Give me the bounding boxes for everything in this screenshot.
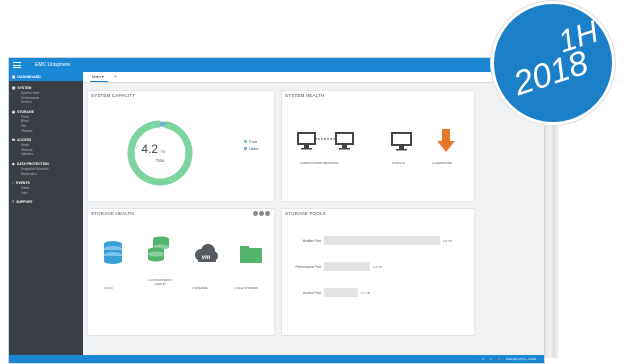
sidebar: ▦ DASHBOARD ▤ SYSTEM System View Performanc… xyxy=(9,72,83,355)
sidebar-section-label: SUPPORT xyxy=(16,200,33,205)
sidebar-sections: ▤ SYSTEM System View Performance Service ◉ STO… xyxy=(9,86,83,204)
sidebar-item-dashboard[interactable]: ▦ DASHBOARD xyxy=(9,72,83,81)
sidebar-section-system: ▤ SYSTEM System View Performance Service xyxy=(9,86,83,105)
question-icon: ? xyxy=(12,200,15,205)
legend-used-label: Used xyxy=(249,146,259,151)
main-content: Main ▾ + SYSTEM CAPACITY 4.2 TB Total Fr… xyxy=(83,72,544,355)
legend-used-swatch xyxy=(244,147,247,150)
tab-bar: Main ▾ + xyxy=(83,72,544,83)
refresh-icon[interactable] xyxy=(253,211,258,216)
tab-main[interactable]: Main ▾ xyxy=(90,74,108,82)
window-stack-shadow xyxy=(545,118,559,358)
legend-free: Free xyxy=(244,139,257,144)
status-time: 9:08 AM (UTC) - 04:00 xyxy=(505,357,536,361)
health-label-hardware: 2 HARDWARE xyxy=(432,161,452,165)
sidebar-section-label: DATA PROTECTION xyxy=(16,161,49,166)
system-capacity-card: SYSTEM CAPACITY 4.2 TB Total Free Used xyxy=(87,90,275,202)
donut-total-unit: TB xyxy=(160,149,165,154)
card-title: SYSTEM HEALTH xyxy=(285,93,325,98)
add-tab-button[interactable]: + xyxy=(108,74,121,82)
more-icon[interactable] xyxy=(265,211,270,216)
sidebar-item-vmware[interactable]: VMware xyxy=(12,129,83,134)
donut-total-label: Total xyxy=(156,158,165,163)
sidebar-section-access: ⇆ ACCESS Hosts VMware Initiators xyxy=(9,138,83,157)
info-icon[interactable]: ● xyxy=(498,357,500,361)
bell-icon: ◌ xyxy=(12,181,15,186)
pool-value: 0.7 TB xyxy=(361,291,370,295)
release-badge: 1H 2018 xyxy=(491,1,615,125)
alert-icon[interactable]: ● xyxy=(490,357,492,361)
screenshot-stage: EMC Unisphere ⚙ ▦ DASHBOARD ▤SYSTEMSyste… xyxy=(0,0,629,364)
help-icon[interactable] xyxy=(259,211,264,216)
sidebar-item-service[interactable]: Service xyxy=(12,100,83,105)
status-bar: ✕ ● ● 9:08 AM (UTC) - 04:00 xyxy=(9,355,544,363)
replication-icon[interactable] xyxy=(296,131,356,155)
sidebar-section-title[interactable]: ◉ STORAGE xyxy=(12,110,83,114)
card-title: STORAGE POOLS xyxy=(285,211,326,216)
database-icon: ◉ xyxy=(12,109,16,114)
tools-icon[interactable]: ✕ xyxy=(482,357,485,361)
storage-label-vmware: 3 VDWARE xyxy=(192,286,208,290)
sidebar-section-events: ◌ EVENTS Alerts Jobs xyxy=(9,181,83,195)
sidebar-section-data-protection: ◈ DATA PROTECTION Snapshot Schedule Replica… xyxy=(9,162,83,176)
sidebar-section-support: ? SUPPORT xyxy=(9,200,83,204)
dashboard-icon: ▦ xyxy=(12,74,16,79)
sidebar-dashboard-label: DASHBOARD xyxy=(17,74,41,79)
vmware-cloud-icon[interactable]: vm xyxy=(192,243,220,265)
pool-label: Archive Pool xyxy=(303,291,321,295)
system-health-card: SYSTEM HEALTH 3 REPLICATION SESSIONS 0 H… xyxy=(281,90,475,202)
monitor-icon[interactable] xyxy=(390,131,414,155)
sidebar-section-title[interactable]: ⇆ ACCESS xyxy=(12,138,83,142)
sidebar-item-initiators[interactable]: Initiators xyxy=(12,152,83,157)
sidebar-section-label: STORAGE xyxy=(17,109,34,114)
legend-free-swatch xyxy=(244,140,247,143)
shield-icon: ◈ xyxy=(12,161,15,166)
card-title: STORAGE HEALTH xyxy=(91,211,134,216)
sidebar-section-title[interactable]: ◌ EVENTS xyxy=(12,181,83,185)
pool-bar[interactable] xyxy=(324,236,440,245)
sidebar-section-title[interactable]: ◈ DATA PROTECTION xyxy=(12,162,83,166)
sidebar-section-label: EVENTS xyxy=(16,181,30,186)
storage-pools-card: STORAGE POOLS Multitier Pool 2.8 TB Perf… xyxy=(281,208,475,336)
app-window: EMC Unisphere ⚙ ▦ DASHBOARD ▤SYSTEMSyste… xyxy=(8,57,545,364)
sidebar-item-jobs[interactable]: Jobs xyxy=(12,191,83,196)
link-icon: ⇆ xyxy=(12,138,16,143)
app-title: EMC Unisphere xyxy=(35,62,71,68)
lun-icon[interactable] xyxy=(102,239,124,269)
legend-used: Used xyxy=(244,146,258,151)
donut-total-value: 4.2 xyxy=(141,142,158,156)
storage-label-lun: 3 LUN xyxy=(104,286,113,290)
storage-health-card: STORAGE HEALTH vm 3 LUN 1 CONSISTENCY GR… xyxy=(87,208,275,336)
storage-label-consistency-group: 1 CONSISTENCY GROUP xyxy=(147,278,173,286)
server-icon: ▤ xyxy=(12,86,16,90)
pool-bar[interactable] xyxy=(324,288,358,297)
consistency-group-icon[interactable] xyxy=(146,235,172,265)
title-bar: EMC Unisphere ⚙ xyxy=(9,58,544,72)
pool-bar[interactable] xyxy=(324,262,370,271)
sidebar-section-storage: ◉ STORAGE Pools Block File VMware xyxy=(9,110,83,133)
health-label-replication: 3 REPLICATION SESSIONS xyxy=(300,161,339,165)
storage-label-file-systems: 1 FILE SYSTEMS xyxy=(234,286,259,290)
sidebar-section-label: ACCESS xyxy=(17,138,32,143)
pool-value: 2.8 TB xyxy=(443,239,452,243)
sidebar-section-title[interactable]: ? SUPPORT xyxy=(12,200,83,204)
tab-main-label: Main xyxy=(92,74,101,79)
legend-free-label: Free xyxy=(249,139,258,144)
badge-line2: 2018 xyxy=(509,43,593,104)
health-label-hosts: 0 HOSTS xyxy=(392,161,405,165)
card-header-icons xyxy=(253,211,270,216)
pool-value: 1.4 TB xyxy=(373,265,382,269)
sidebar-section-title[interactable]: ▤ SYSTEM xyxy=(12,86,83,90)
pool-label: Performance Pool xyxy=(295,265,321,269)
sidebar-item-replication[interactable]: Replication xyxy=(12,172,83,177)
hamburger-menu-icon[interactable] xyxy=(13,62,21,68)
pool-label: Multitier Pool xyxy=(302,239,321,243)
sidebar-section-label: SYSTEM xyxy=(17,86,32,90)
arrow-down-icon[interactable] xyxy=(436,127,456,155)
folder-icon[interactable] xyxy=(238,243,264,265)
svg-text:vm: vm xyxy=(202,255,211,261)
